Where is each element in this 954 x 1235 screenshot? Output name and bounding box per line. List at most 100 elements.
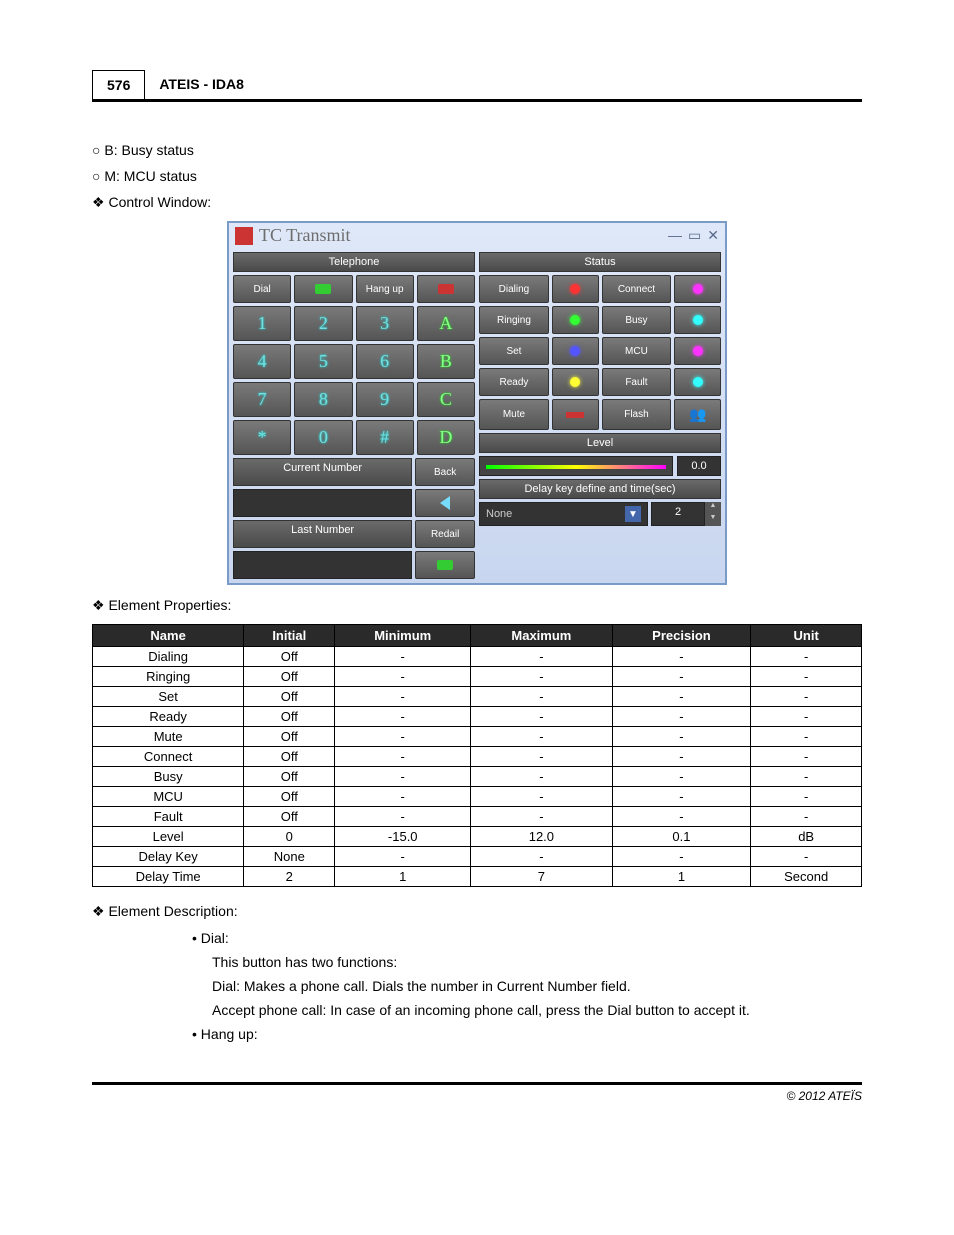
minimize-icon[interactable]: —: [668, 227, 682, 244]
keypad-key-8[interactable]: 8: [294, 382, 352, 417]
desc-dial-2: Accept phone call: In case of an incomin…: [212, 1002, 862, 1018]
table-row: MuteOff----: [93, 727, 862, 747]
bullet-element-description: Element Description:: [92, 903, 862, 920]
level-label: Level: [479, 433, 721, 453]
status-mute-indicator: [552, 399, 599, 430]
keypad-key-B[interactable]: B: [417, 344, 475, 379]
hangup-button[interactable]: Hang up: [356, 275, 414, 303]
back-button[interactable]: Back: [415, 458, 475, 486]
redail-button[interactable]: Redail: [415, 520, 475, 548]
keypad-key-2[interactable]: 2: [294, 306, 352, 341]
table-row: RingingOff----: [93, 667, 862, 687]
status-fault-label: Fault: [602, 368, 672, 396]
table-row: Level0-15.012.00.1dB: [93, 827, 862, 847]
level-value: 0.0: [677, 456, 721, 476]
keypad-key-9[interactable]: 9: [356, 382, 414, 417]
bullet-control-window: Control Window:: [92, 194, 862, 211]
current-number-field[interactable]: [233, 489, 412, 517]
status-busy-indicator: [674, 306, 721, 334]
desc-dial-label: Dial:: [192, 930, 862, 946]
bullet-element-properties: Element Properties:: [92, 597, 862, 614]
keypad-key-4[interactable]: 4: [233, 344, 291, 379]
spin-up-icon[interactable]: ▲: [705, 502, 721, 514]
delay-key-combo[interactable]: None ▼: [479, 502, 648, 526]
redial-icon: [437, 560, 453, 570]
keypad-key-0[interactable]: 0: [294, 420, 352, 455]
status-panel: Status DialingConnectRingingBusySetMCURe…: [479, 252, 721, 579]
status-connect-label: Connect: [602, 275, 672, 303]
keypad-key-D[interactable]: D: [417, 420, 475, 455]
col-precision: Precision: [612, 625, 751, 647]
col-minimum: Minimum: [335, 625, 471, 647]
delay-time-value: 2: [651, 502, 705, 526]
status-ringing-label: Ringing: [479, 306, 549, 334]
status-dialing-indicator: [552, 275, 599, 303]
status-flash-label: Flash: [602, 399, 672, 430]
table-row: Delay Time2171Second: [93, 867, 862, 887]
col-initial: Initial: [244, 625, 335, 647]
window-title: TC Transmit: [259, 225, 351, 246]
status-ready-indicator: [552, 368, 599, 396]
status-header: Status: [479, 252, 721, 272]
status-fault-indicator: [674, 368, 721, 396]
keypad-key-A[interactable]: A: [417, 306, 475, 341]
properties-table: NameInitialMinimumMaximumPrecisionUnit D…: [92, 624, 862, 887]
status-busy-label: Busy: [602, 306, 672, 334]
status-set-label: Set: [479, 337, 549, 365]
redail-icon-button[interactable]: [415, 551, 475, 579]
telephone-panel: Telephone Dial Hang up 123A456B789C*0#D …: [233, 252, 475, 579]
phone-hangup-icon: [438, 284, 454, 294]
desc-dial-intro: This button has two functions:: [212, 954, 862, 970]
keypad-key-6[interactable]: 6: [356, 344, 414, 379]
page-header: 576 ATEIS - IDA8: [92, 70, 862, 102]
desc-dial-1: Dial: Makes a phone call. Dials the numb…: [212, 978, 862, 994]
keypad-key-3[interactable]: 3: [356, 306, 414, 341]
delay-label: Delay key define and time(sec): [479, 479, 721, 499]
col-unit: Unit: [751, 625, 862, 647]
table-row: BusyOff----: [93, 767, 862, 787]
keypad-key-*[interactable]: *: [233, 420, 291, 455]
status-set-indicator: [552, 337, 599, 365]
col-maximum: Maximum: [471, 625, 612, 647]
keypad-key-1[interactable]: 1: [233, 306, 291, 341]
doc-title: ATEIS - IDA8: [145, 70, 258, 99]
keypad-key-7[interactable]: 7: [233, 382, 291, 417]
delay-key-value: None: [486, 508, 512, 520]
status-mcu-label: MCU: [602, 337, 672, 365]
status-dialing-label: Dialing: [479, 275, 549, 303]
footer-copyright: © 2012 ATEÏS: [92, 1082, 862, 1103]
hangup-icon-button[interactable]: [417, 275, 475, 303]
table-row: ReadyOff----: [93, 707, 862, 727]
spin-down-icon[interactable]: ▼: [705, 514, 721, 526]
current-number-label: Current Number: [233, 458, 412, 486]
col-name: Name: [93, 625, 244, 647]
keypad-key-#[interactable]: #: [356, 420, 414, 455]
dial-icon-button[interactable]: [294, 275, 352, 303]
status-mute-label: Mute: [479, 399, 549, 430]
status-flash-indicator: 👥: [674, 399, 721, 430]
table-row: DialingOff----: [93, 647, 862, 667]
table-row: ConnectOff----: [93, 747, 862, 767]
close-icon[interactable]: ✕: [707, 227, 719, 244]
desc-hangup-label: Hang up:: [192, 1026, 862, 1042]
table-row: SetOff----: [93, 687, 862, 707]
table-row: Delay KeyNone----: [93, 847, 862, 867]
maximize-icon[interactable]: ▭: [688, 227, 701, 244]
arrow-left-icon: [440, 496, 450, 510]
dial-button[interactable]: Dial: [233, 275, 291, 303]
bullet-m-status: M: MCU status: [92, 168, 862, 184]
last-number-label: Last Number: [233, 520, 412, 548]
keypad-key-C[interactable]: C: [417, 382, 475, 417]
keypad: 123A 456B 789C *0#D: [233, 306, 475, 455]
status-ringing-indicator: [552, 306, 599, 334]
page-number: 576: [92, 70, 145, 99]
back-arrow-button[interactable]: [415, 489, 475, 517]
keypad-key-5[interactable]: 5: [294, 344, 352, 379]
delay-time-spinner[interactable]: 2 ▲▼: [651, 502, 721, 526]
status-mcu-indicator: [674, 337, 721, 365]
last-number-field[interactable]: [233, 551, 412, 579]
status-grid: DialingConnectRingingBusySetMCUReadyFaul…: [479, 275, 721, 430]
table-row: MCUOff----: [93, 787, 862, 807]
app-logo-icon: [235, 227, 253, 245]
level-slider[interactable]: [479, 456, 673, 476]
